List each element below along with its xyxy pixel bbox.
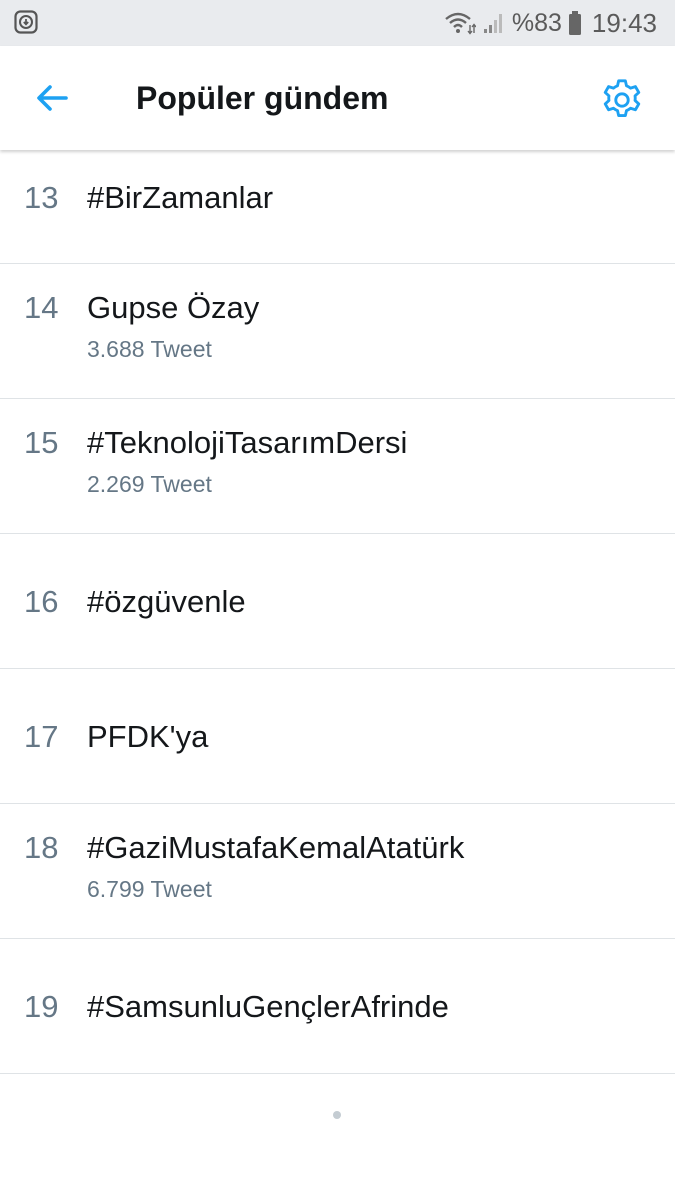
trend-row[interactable]: 16 #özgüvenle: [0, 534, 675, 669]
trend-tweet-count: 3.688 Tweet: [87, 336, 212, 362]
trend-row[interactable]: 17 PFDK'ya: [0, 669, 675, 804]
settings-button[interactable]: [598, 76, 646, 124]
battery-icon: [568, 11, 581, 35]
trend-list: 13 #BirZamanlar 14 Gupse Özay 3.688 Twee…: [0, 150, 675, 1074]
trend-rank: 16: [24, 584, 59, 619]
trend-row[interactable]: 19 #SamsunluGençlerAfrinde: [0, 939, 675, 1074]
trend-name: #BirZamanlar: [87, 180, 274, 215]
trend-rank: 17: [24, 719, 59, 754]
trend-rank: 14: [24, 290, 59, 325]
back-button[interactable]: [30, 76, 74, 120]
trend-name: PFDK'ya: [87, 719, 209, 754]
loading-indicator: [333, 1111, 341, 1119]
trend-row[interactable]: 13 #BirZamanlar: [0, 150, 675, 264]
trend-name: #GaziMustafaKemalAtatürk: [87, 830, 465, 865]
gear-icon: [603, 79, 641, 117]
clock: 19:43: [591, 7, 657, 38]
trend-rank: 15: [24, 425, 59, 460]
trend-name: #SamsunluGençlerAfrinde: [87, 989, 449, 1024]
trend-row[interactable]: 14 Gupse Özay 3.688 Tweet: [0, 264, 675, 399]
status-bar: %83 19:43: [0, 0, 675, 46]
trend-rank: 18: [24, 830, 59, 865]
trend-row[interactable]: 18 #GaziMustafaKemalAtatürk 6.799 Tweet: [0, 804, 675, 939]
trend-rank: 19: [24, 989, 59, 1024]
app-header: Popüler gündem: [0, 46, 675, 150]
signal-icon: [483, 14, 502, 33]
trend-tweet-count: 6.799 Tweet: [87, 876, 212, 902]
download-icon: [14, 10, 38, 34]
trend-name: #TeknolojiTasarımDersi: [87, 425, 408, 460]
trend-row[interactable]: 15 #TeknolojiTasarımDersi 2.269 Tweet: [0, 399, 675, 534]
trend-tweet-count: 2.269 Tweet: [87, 471, 212, 497]
battery-percent: %83: [511, 8, 562, 37]
back-arrow-icon: [37, 85, 68, 111]
trend-name: #özgüvenle: [87, 584, 246, 619]
wifi-icon: [445, 12, 476, 35]
trend-name: Gupse Özay: [87, 290, 260, 325]
page-title: Popüler gündem: [136, 80, 389, 116]
trend-rank: 13: [24, 180, 59, 215]
status-indicators: %83 19:43: [444, 0, 657, 46]
